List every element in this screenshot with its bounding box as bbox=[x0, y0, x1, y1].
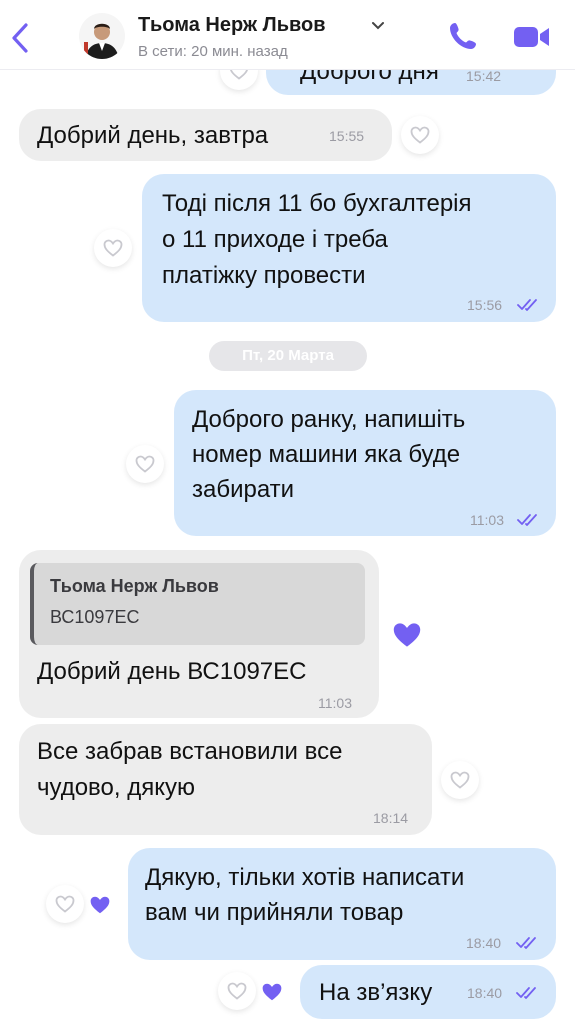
react-button[interactable] bbox=[46, 885, 84, 923]
heart-outline-icon bbox=[103, 239, 123, 257]
message-bubble-incoming[interactable]: Добрий день, завтра 15:55 bbox=[19, 109, 392, 161]
message-line: Дякую, тільки хотів написати bbox=[145, 864, 465, 891]
chevron-left-icon bbox=[12, 23, 28, 53]
message-time: 18:40 bbox=[466, 935, 502, 951]
message-bubble-outgoing[interactable]: Доброго ранку, напишіть номер машини яка… bbox=[174, 390, 556, 536]
message-line: платіжку провести bbox=[162, 262, 366, 289]
video-camera-icon bbox=[514, 27, 549, 47]
message-time: 15:55 bbox=[329, 128, 365, 144]
message-text: На зв’язку bbox=[319, 979, 433, 1006]
message-line: вам чи прийняли товар bbox=[145, 899, 404, 926]
react-button[interactable] bbox=[126, 445, 164, 483]
react-button[interactable] bbox=[401, 116, 439, 154]
heart-filled-icon[interactable] bbox=[391, 621, 423, 649]
message-time: 11:03 bbox=[470, 512, 504, 528]
message-bubble-outgoing[interactable]: Дякую, тільки хотів написати вам чи прий… bbox=[128, 848, 556, 960]
contact-status: В сети: 20 мин. назад bbox=[138, 43, 288, 60]
message-line: Тоді після 11 бо бухгалтерія bbox=[162, 190, 472, 217]
quoted-message[interactable]: Тьома Нерж Львов ВС1097ЕС bbox=[30, 563, 365, 645]
message-text: Добрий день ВС1097ЕС bbox=[37, 658, 307, 685]
message-line: о 11 приходе і треба bbox=[162, 226, 388, 253]
message-line: Все забрав встановили все bbox=[37, 738, 343, 765]
quote-author: Тьома Нерж Львов bbox=[50, 576, 219, 596]
message-line: забирати bbox=[192, 476, 295, 503]
video-call-button[interactable] bbox=[512, 24, 552, 50]
message-line: чудово, дякую bbox=[37, 774, 195, 801]
message-line: номер машини яка буде bbox=[192, 441, 461, 468]
react-button[interactable] bbox=[94, 229, 132, 267]
heart-outline-icon bbox=[410, 126, 430, 144]
message-time: 15:56 bbox=[467, 297, 503, 313]
react-button[interactable] bbox=[218, 972, 256, 1010]
message-time: 18:40 bbox=[467, 985, 503, 1001]
read-ticks-icon bbox=[516, 987, 536, 999]
phone-icon bbox=[450, 23, 476, 49]
read-ticks-icon bbox=[517, 299, 537, 311]
message-time: 15:42 bbox=[466, 68, 502, 84]
message-bubble-incoming[interactable]: Все забрав встановили все чудово, дякую … bbox=[19, 724, 432, 835]
call-button[interactable] bbox=[447, 20, 479, 52]
quote-text: ВС1097ЕС bbox=[50, 607, 140, 627]
message-bubble-outgoing[interactable]: На зв’язку 18:40 bbox=[300, 965, 556, 1019]
heart-outline-icon bbox=[227, 982, 247, 1000]
avatar-photo bbox=[79, 13, 125, 59]
message-line: Доброго ранку, напишіть bbox=[192, 406, 466, 433]
avatar[interactable] bbox=[79, 13, 125, 59]
message-time: 18:14 bbox=[373, 810, 409, 826]
read-ticks-icon bbox=[517, 514, 537, 526]
heart-filled-icon[interactable] bbox=[261, 982, 283, 1002]
heart-filled-icon[interactable] bbox=[89, 895, 111, 915]
date-separator: Пт, 20 Марта bbox=[209, 341, 367, 371]
contact-name[interactable]: Тьома Нерж Львов bbox=[138, 14, 326, 37]
message-bubble-outgoing[interactable]: Тоді після 11 бо бухгалтерія о 11 приход… bbox=[142, 174, 556, 322]
message-text: Добрий день, завтра bbox=[37, 122, 269, 149]
react-button[interactable] bbox=[441, 761, 479, 799]
back-button[interactable] bbox=[8, 21, 34, 55]
chat-header: Тьома Нерж Львов В сети: 20 мин. назад bbox=[0, 0, 575, 70]
heart-outline-icon bbox=[450, 771, 470, 789]
read-ticks-icon bbox=[516, 937, 536, 949]
heart-outline-icon bbox=[55, 895, 75, 913]
message-time: 11:03 bbox=[318, 695, 352, 711]
chevron-down-icon[interactable] bbox=[371, 21, 385, 31]
heart-outline-icon bbox=[135, 455, 155, 473]
